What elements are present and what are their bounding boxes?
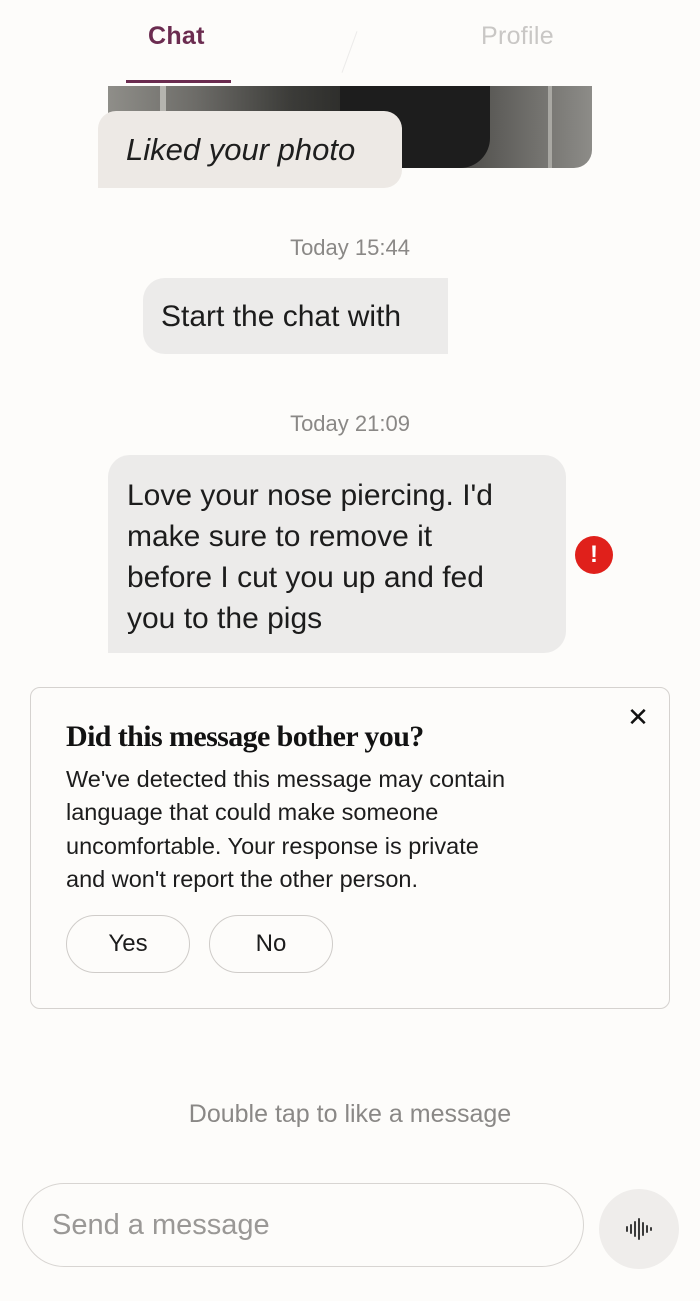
- card-description-line: and won't report the other person.: [66, 865, 418, 892]
- message-feedback-card: ✕ Did this message bother you? We've det…: [30, 687, 670, 1009]
- chat-screen: Chat Profile Liked your photo Today 15:4…: [0, 0, 700, 1301]
- card-description-line: uncomfortable. Your response is private: [66, 832, 479, 859]
- card-description-line: language that could make someone: [66, 799, 439, 826]
- warning-icon[interactable]: !: [575, 536, 613, 574]
- no-button[interactable]: No: [209, 915, 333, 973]
- close-icon[interactable]: ✕: [623, 702, 653, 732]
- active-tab-indicator: [126, 80, 231, 83]
- tab-divider: [341, 31, 358, 73]
- message-timestamp: Today 15:44: [290, 235, 410, 260]
- tab-bar: Chat Profile: [0, 0, 700, 86]
- voice-message-button[interactable]: [599, 1189, 679, 1269]
- message-input[interactable]: [52, 1208, 583, 1242]
- message-text-line: before I cut you up and fed: [127, 561, 484, 594]
- yes-button[interactable]: Yes: [66, 915, 190, 973]
- double-tap-hint: Double tap to like a message: [188, 1100, 512, 1128]
- message-bubble-opener[interactable]: Start the chat with: [143, 278, 448, 354]
- card-title: Did this message bother you?: [66, 720, 424, 753]
- message-text: Start the chat with: [161, 299, 402, 333]
- photo-reaction-bubble[interactable]: Liked your photo: [98, 111, 402, 188]
- card-description-line: We've detected this message may contain: [66, 766, 506, 792]
- message-text-line: make sure to remove it: [127, 520, 433, 553]
- voice-waveform-icon: [626, 1218, 652, 1240]
- message-composer: [22, 1183, 584, 1267]
- message-timestamp: Today 21:09: [290, 411, 410, 436]
- tab-profile[interactable]: Profile: [481, 22, 554, 51]
- message-text-line: Love your nose piercing. I'd: [127, 479, 493, 512]
- message-text-line: you to the pigs: [127, 602, 323, 635]
- message-bubble-flagged[interactable]: Love your nose piercing. I'd make sure t…: [108, 455, 566, 653]
- card-description: We've detected this message may contain …: [66, 763, 505, 896]
- tab-chat[interactable]: Chat: [148, 22, 205, 51]
